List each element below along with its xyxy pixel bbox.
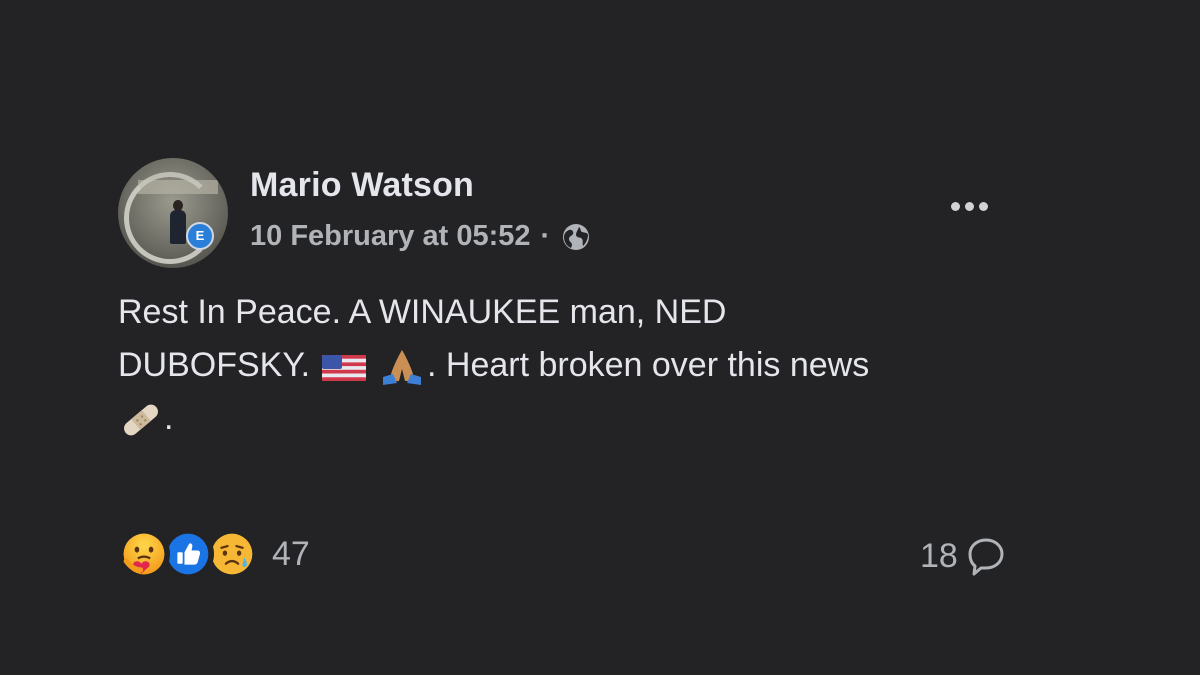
reaction-count: 47	[272, 534, 310, 573]
care-icon	[118, 528, 170, 580]
author-name[interactable]: Mario Watson	[250, 166, 474, 205]
post-text: Rest In Peace. A WINAUKEE man, NED DUBOF…	[118, 286, 1018, 445]
post-text-line1: Rest In Peace. A WINAUKEE man, NED	[118, 293, 727, 331]
globe-icon[interactable]	[560, 221, 592, 253]
reactions-summary[interactable]: 47	[118, 528, 310, 580]
comment-icon	[968, 538, 1004, 576]
avatar-person-body	[170, 210, 186, 244]
post-text-line3: .	[164, 399, 174, 437]
post-timestamp[interactable]: 10 February at 05:52	[250, 220, 530, 253]
post-card: E Mario Watson 10 February at 05:52 · Re…	[0, 0, 1200, 675]
post-text-line2-a: DUBOFSKY.	[118, 346, 311, 384]
avatar-badge: E	[186, 222, 214, 250]
folded-hands-emoji	[383, 350, 422, 386]
us-flag-emoji	[321, 355, 366, 382]
comments-summary[interactable]: 18	[920, 534, 1008, 578]
meta-separator: ·	[540, 220, 551, 252]
more-options-icon	[950, 201, 960, 211]
avatar[interactable]: E	[118, 158, 228, 268]
more-options-button[interactable]	[940, 190, 998, 222]
comment-count: 18	[920, 536, 958, 575]
post-meta: 10 February at 05:52 ·	[250, 220, 592, 253]
more-options-icon-dot	[964, 201, 974, 211]
bandage-emoji	[124, 404, 158, 436]
post-text-line2-b: . Heart broken over this news	[427, 346, 870, 384]
more-options-icon-dot	[978, 201, 988, 211]
